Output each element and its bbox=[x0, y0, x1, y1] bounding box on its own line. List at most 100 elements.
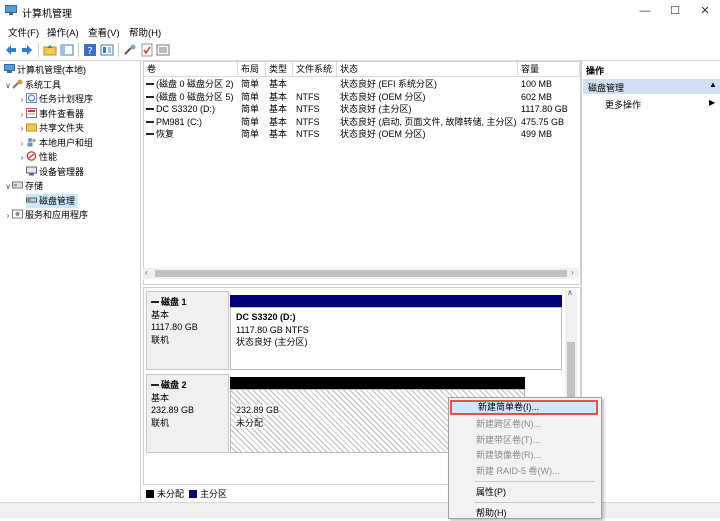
tree-item-system-tools[interactable]: ∨ 系统工具 bbox=[4, 78, 61, 93]
status-cell: 状态良好 (启动, 页面文件, 故障转储, 主分区) bbox=[340, 116, 517, 127]
shared-folder-icon bbox=[26, 123, 37, 132]
volume-name: 恢复 bbox=[156, 129, 175, 139]
tree-item-performance[interactable]: › 性能 bbox=[18, 150, 57, 165]
tree-item-root[interactable]: 计算机管理(本地) bbox=[4, 63, 86, 78]
close-button[interactable]: ✕ bbox=[690, 0, 720, 22]
chevron-right-icon[interactable]: › bbox=[18, 122, 26, 137]
forward-arrow-icon[interactable] bbox=[20, 43, 34, 57]
connect-icon[interactable] bbox=[123, 43, 137, 57]
volume-icon bbox=[146, 83, 154, 85]
chevron-right-icon[interactable]: › bbox=[18, 108, 26, 123]
performance-icon bbox=[26, 151, 37, 161]
volume-name: (磁盘 0 磁盘分区 2) bbox=[156, 79, 234, 89]
filesystem-cell: NTFS bbox=[296, 116, 320, 127]
column-header-status[interactable]: 状态 bbox=[337, 62, 518, 77]
tree-item-device-manager[interactable]: 设备管理器 bbox=[26, 165, 84, 180]
column-header-capacity[interactable]: 容量 bbox=[518, 62, 580, 77]
chevron-right-icon[interactable]: › bbox=[4, 209, 12, 224]
disk-2-info[interactable]: 磁盘 2 基本 232.89 GB 联机 bbox=[146, 374, 229, 453]
menu-new-spanned-volume[interactable]: 新建跨区卷(N)... bbox=[450, 417, 598, 432]
menu-properties[interactable]: 属性(P) bbox=[450, 485, 598, 500]
chevron-down-icon[interactable]: ∨ bbox=[4, 180, 12, 195]
actions-more[interactable]: 更多操作 ▶ bbox=[583, 97, 720, 111]
minimize-button[interactable]: — bbox=[630, 0, 660, 22]
check-icon[interactable] bbox=[140, 43, 154, 57]
tree-item-label: 存储 bbox=[25, 181, 44, 191]
disk-label: 磁盘 1 bbox=[161, 297, 187, 307]
services-icon bbox=[12, 209, 23, 219]
table-row[interactable]: (磁盘 0 磁盘分区 5) 简单 基本 NTFS 状态良好 (OEM 分区) 6… bbox=[144, 91, 580, 104]
menu-help-item[interactable]: 帮助(H) bbox=[450, 506, 598, 521]
menu-help[interactable]: 帮助(H) bbox=[129, 25, 161, 39]
type-cell: 基本 bbox=[269, 129, 288, 139]
disk-type: 基本 bbox=[151, 309, 170, 320]
table-row[interactable]: (磁盘 0 磁盘分区 2) 简单 基本 状态良好 (EFI 系统分区) 100 … bbox=[144, 78, 580, 91]
maximize-icon: ☐ bbox=[670, 5, 680, 17]
column-header-filesystem[interactable]: 文件系统 bbox=[293, 62, 337, 77]
tree-item-label: 任务计划程序 bbox=[39, 94, 94, 104]
scroll-right-icon[interactable]: › bbox=[571, 268, 574, 277]
maximize-button[interactable]: ☐ bbox=[660, 0, 690, 22]
table-row[interactable]: DC S3320 (D:) 简单 基本 NTFS 状态良好 (主分区) 1117… bbox=[144, 103, 580, 116]
list-icon[interactable] bbox=[156, 43, 170, 57]
capacity-cell: 499 MB bbox=[521, 129, 553, 139]
menu-new-simple-volume[interactable]: 新建简单卷(I)... bbox=[450, 400, 598, 415]
toolbar-separator bbox=[118, 43, 119, 57]
title-bar: 计算机管理 — ☐ ✕ bbox=[0, 0, 720, 23]
collapse-icon[interactable]: ▲ bbox=[709, 80, 717, 89]
back-arrow-icon[interactable] bbox=[4, 43, 18, 57]
scroll-left-icon[interactable]: ‹ bbox=[145, 268, 148, 277]
column-header-volume[interactable]: 卷 bbox=[144, 62, 238, 77]
column-header-layout[interactable]: 布局 bbox=[238, 62, 266, 77]
volume-icon bbox=[146, 120, 154, 123]
chevron-right-icon[interactable]: › bbox=[18, 151, 26, 166]
legend-swatch-primary bbox=[189, 490, 197, 498]
table-row[interactable]: 恢复 简单 基本 NTFS 状态良好 (OEM 分区) 499 MB bbox=[144, 128, 580, 141]
tree-item-shared-folders[interactable]: › 共享文件夹 bbox=[18, 121, 84, 136]
up-folder-icon[interactable] bbox=[43, 43, 57, 57]
scroll-up-icon[interactable]: ∧ bbox=[567, 288, 573, 297]
menu-bar: 文件(F) 操作(A) 查看(V) 帮助(H) bbox=[0, 22, 720, 40]
menu-new-mirrored-volume[interactable]: 新建镜像卷(R)... bbox=[450, 448, 598, 463]
menu-new-raid5-volume[interactable]: 新建 RAID-5 卷(W)... bbox=[450, 464, 598, 479]
volume-icon bbox=[146, 95, 154, 98]
actions-section-label: 磁盘管理 bbox=[588, 83, 625, 93]
show-hide-tree-icon[interactable] bbox=[60, 43, 74, 57]
properties-icon[interactable] bbox=[100, 43, 114, 57]
tree-item-disk-management[interactable]: 磁盘管理 bbox=[26, 193, 79, 208]
disk-label: 磁盘 2 bbox=[161, 380, 187, 390]
volume-dc-s3320[interactable]: DC S3320 (D:) 1117.80 GB NTFS 状态良好 (主分区) bbox=[230, 307, 562, 370]
scroll-thumb[interactable] bbox=[155, 270, 567, 277]
status-cell: 状态良好 (OEM 分区) bbox=[340, 129, 426, 139]
volume-cell: 恢复 bbox=[146, 128, 174, 141]
menu-view[interactable]: 查看(V) bbox=[88, 25, 120, 39]
context-menu: 新建简单卷(I)... 新建跨区卷(N)... 新建带区卷(T)... 新建镜像… bbox=[448, 397, 602, 519]
close-icon: ✕ bbox=[700, 5, 710, 17]
disk-1-info[interactable]: 磁盘 1 基本 1117.80 GB 联机 bbox=[146, 291, 229, 370]
volume-title: DC S3320 (D:) bbox=[236, 312, 296, 322]
filesystem-cell: NTFS bbox=[296, 91, 320, 102]
layout-cell: 简单 bbox=[241, 91, 260, 102]
tree-item-services-apps[interactable]: › 服务和应用程序 bbox=[4, 208, 88, 223]
chevron-right-icon[interactable]: › bbox=[18, 93, 26, 108]
event-viewer-icon bbox=[26, 107, 37, 118]
chevron-down-icon[interactable]: ∨ bbox=[4, 79, 12, 94]
tools-icon bbox=[12, 79, 23, 89]
tree-item-label: 事件查看器 bbox=[39, 108, 85, 119]
tree-item-storage[interactable]: ∨ 存储 bbox=[4, 179, 43, 194]
menu-file[interactable]: 文件(F) bbox=[8, 25, 39, 39]
column-header-type[interactable]: 类型 bbox=[266, 62, 293, 77]
chevron-right-icon[interactable]: › bbox=[18, 137, 26, 152]
menu-separator bbox=[475, 481, 595, 482]
menu-action[interactable]: 操作(A) bbox=[47, 25, 79, 39]
table-row[interactable]: PM981 (C:) 简单 基本 NTFS 状态良好 (启动, 页面文件, 故障… bbox=[144, 116, 580, 129]
tree-item-label: 共享文件夹 bbox=[39, 123, 85, 133]
tree-item-event-viewer[interactable]: › 事件查看器 bbox=[18, 107, 84, 122]
actions-section-disk-management[interactable]: 磁盘管理 ▲ bbox=[583, 79, 720, 94]
tree-item-local-users[interactable]: › 本地用户和组 bbox=[18, 136, 93, 151]
horizontal-scrollbar[interactable]: ‹ › bbox=[143, 268, 579, 279]
menu-new-striped-volume[interactable]: 新建带区卷(T)... bbox=[450, 433, 598, 448]
tree-item-task-scheduler[interactable]: › 任务计划程序 bbox=[18, 92, 93, 107]
chevron-right-icon: ▶ bbox=[709, 98, 716, 107]
help-icon[interactable]: ? bbox=[83, 43, 97, 57]
